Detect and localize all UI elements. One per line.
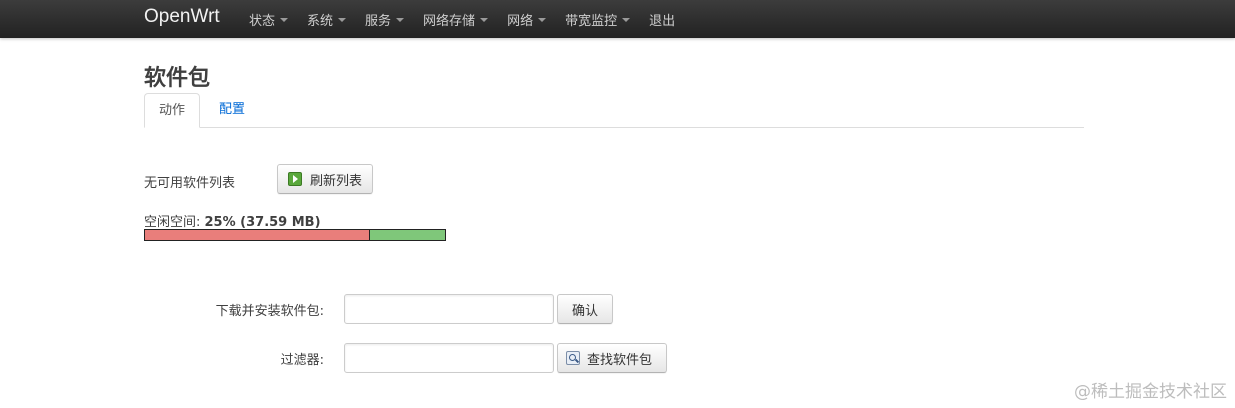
free-space-value: 25% (37.59 MB) (204, 215, 321, 230)
top-navbar: OpenWrt 状态 系统 服务 网络存储 网络 带宽监控 退出 (0, 0, 1235, 38)
refresh-icon (288, 172, 302, 186)
no-package-list-text: 无可用软件列表 (144, 176, 236, 191)
refresh-list-label: 刷新列表 (310, 173, 363, 189)
tab-bar: 动作 配置 (144, 93, 1084, 128)
filter-input[interactable] (344, 343, 554, 373)
caret-down-icon (538, 18, 547, 22)
free-space-segment (370, 230, 445, 240)
filter-label: 过滤器: (280, 353, 324, 368)
find-package-button[interactable]: 查找软件包 (557, 343, 668, 373)
confirm-button[interactable]: 确认 (557, 294, 614, 324)
page-title: 软件包 (144, 66, 211, 91)
search-icon (566, 351, 580, 365)
brand-logo[interactable]: OpenWrt (144, 6, 220, 28)
free-space-label: 空闲空间: (144, 215, 205, 230)
confirm-label: 确认 (572, 303, 599, 319)
menu-services[interactable]: 服务 (365, 10, 405, 29)
menu-services-label: 服务 (365, 13, 392, 29)
menu-nas-label: 网络存储 (423, 13, 476, 29)
menu-status[interactable]: 状态 (249, 10, 289, 29)
menu-network-label: 网络 (507, 13, 534, 29)
main-menu: 状态 系统 服务 网络存储 网络 带宽监控 退出 (249, 0, 694, 38)
refresh-list-button[interactable]: 刷新列表 (277, 164, 374, 194)
find-package-label: 查找软件包 (587, 352, 653, 368)
caret-down-icon (338, 18, 347, 22)
tab-actions[interactable]: 动作 (144, 93, 201, 128)
menu-bandwidth[interactable]: 带宽监控 (565, 10, 631, 29)
free-space-line: 空闲空间: 25% (37.59 MB) (144, 211, 321, 230)
caret-down-icon (396, 18, 405, 22)
menu-logout-label: 退出 (649, 13, 676, 29)
download-install-label: 下载并安装软件包: (215, 304, 324, 319)
menu-logout[interactable]: 退出 (649, 10, 675, 29)
used-space-segment (145, 230, 370, 240)
caret-down-icon (622, 18, 631, 22)
download-package-input[interactable] (344, 294, 554, 324)
menu-system-label: 系统 (307, 13, 334, 29)
menu-nas[interactable]: 网络存储 (423, 10, 489, 29)
menu-bandwidth-label: 带宽监控 (565, 13, 618, 29)
menu-status-label: 状态 (249, 13, 276, 29)
tab-config[interactable]: 配置 (205, 93, 259, 128)
caret-down-icon (480, 18, 489, 22)
watermark: @稀土掘金技术社区 (1074, 382, 1227, 402)
caret-down-icon (280, 18, 289, 22)
menu-system[interactable]: 系统 (307, 10, 347, 29)
free-space-bar (144, 229, 446, 241)
menu-network[interactable]: 网络 (507, 10, 547, 29)
